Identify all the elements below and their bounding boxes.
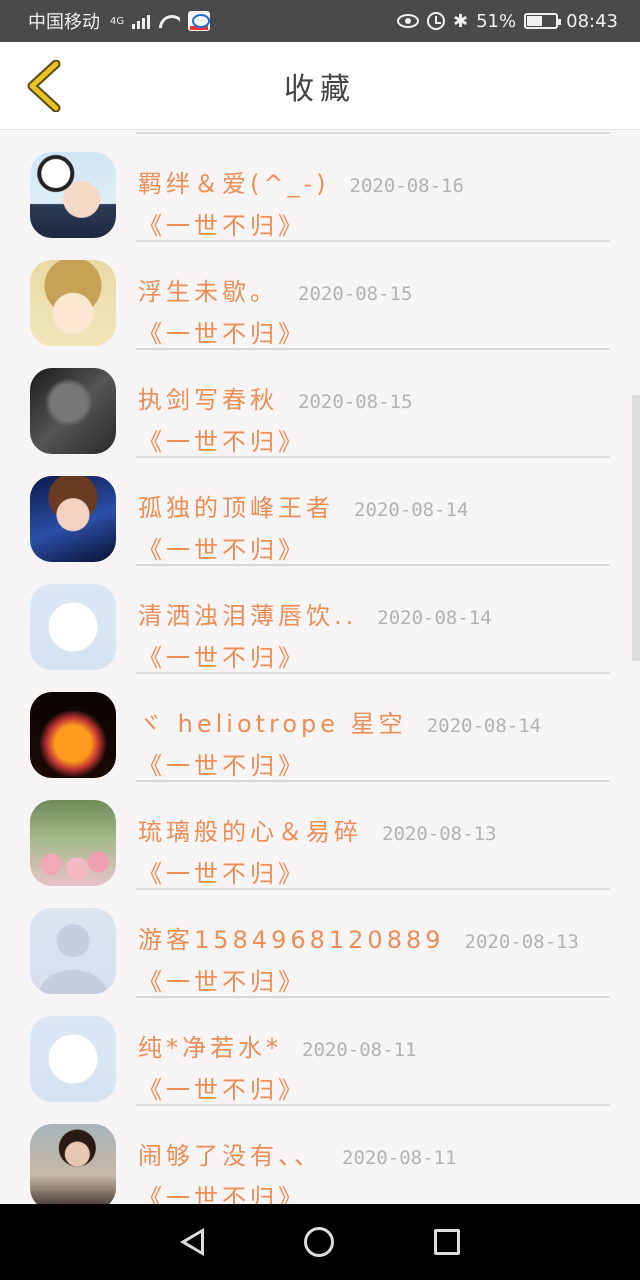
list-item[interactable]: 闹够了没有、、 2020-08-11 《一世不归》 (0, 1106, 640, 1204)
user-name[interactable]: 清洒浊泪薄唇饮.. (138, 596, 357, 631)
avatar-tulips[interactable] (30, 800, 116, 886)
book-title[interactable]: 《一世不归》 (138, 206, 306, 241)
favorite-date: 2020-08-11 (302, 1039, 417, 1061)
user-name[interactable]: 琉璃般的心＆易碎 (138, 812, 362, 847)
name-row: 游客1584968120889 2020-08-13 (138, 920, 579, 955)
status-left: 中国移动 4G (28, 8, 211, 34)
alarm-icon (427, 12, 446, 30)
user-name[interactable]: 游客1584968120889 (138, 920, 445, 955)
name-row: 羁绊＆爱(^_-) 2020-08-16 (138, 164, 464, 199)
avatar-default-qq[interactable] (30, 1016, 116, 1102)
user-name[interactable]: 纯*净若水* (138, 1028, 282, 1063)
favorites-list[interactable]: 羁绊＆爱(^_-) 2020-08-16 《一世不归》 浮生未歇。 2020-08-15… (0, 130, 640, 1204)
user-name[interactable]: 浮生未歇。 (138, 272, 278, 307)
list-item[interactable]: 孤独的顶峰王者 2020-08-14 《一世不归》 (0, 458, 640, 566)
avatar-boy-soccer[interactable] (30, 152, 116, 238)
nav-recent-icon[interactable] (434, 1229, 460, 1255)
favorite-date: 2020-08-15 (298, 283, 413, 305)
battery-percent: 51% (476, 10, 517, 32)
name-row: 琉璃般的心＆易碎 2020-08-13 (138, 812, 496, 847)
name-row: 纯*净若水* 2020-08-11 (138, 1028, 416, 1063)
book-title[interactable]: 《一世不归》 (138, 1070, 306, 1105)
book-title[interactable]: 《一世不归》 (138, 314, 306, 349)
name-row: 浮生未歇。 2020-08-15 (138, 272, 412, 307)
book-title[interactable]: 《一世不归》 (138, 962, 306, 997)
page-title: 收藏 (284, 71, 356, 107)
carrier-name: 中国移动 (28, 12, 100, 33)
avatar-cartoon-bear[interactable] (30, 260, 116, 346)
list-item[interactable]: ヾ heliotrope 星空 2020-08-14 《一世不归》 (0, 674, 640, 782)
eye-comfort-icon (397, 14, 420, 28)
avatar-anime-boy[interactable] (30, 476, 116, 562)
name-row: 孤独的顶峰王者 2020-08-14 (138, 488, 468, 523)
name-row: ヾ heliotrope 星空 2020-08-14 (138, 704, 541, 739)
favorite-date: 2020-08-14 (377, 607, 492, 629)
chevron-left-icon (27, 60, 61, 112)
status-bar: 中国移动 4G ✱ 51% 08:43 (0, 0, 640, 42)
list-item[interactable]: 琉璃般的心＆易碎 2020-08-13 《一世不归》 (0, 782, 640, 890)
wifi-icon (158, 13, 180, 29)
nav-home-icon[interactable] (304, 1227, 334, 1257)
back-button[interactable] (16, 58, 72, 114)
user-name[interactable]: 闹够了没有、、 (138, 1136, 322, 1171)
list-item[interactable]: 羁绊＆爱(^_-) 2020-08-16 《一世不归》 (0, 134, 640, 242)
book-title[interactable]: 《一世不归》 (138, 530, 306, 565)
network-type: 4G (110, 15, 125, 27)
user-name[interactable]: 孤独的顶峰王者 (138, 488, 334, 523)
scrollbar[interactable] (632, 395, 640, 661)
bluetooth-icon: ✱ (453, 10, 469, 32)
favorite-date: 2020-08-15 (298, 391, 413, 413)
list-item[interactable]: 执剑写春秋 2020-08-15 《一世不归》 (0, 350, 640, 458)
favorite-date: 2020-08-11 (342, 1147, 457, 1169)
avatar-girl-photo[interactable] (30, 1124, 116, 1204)
book-title[interactable]: 《一世不归》 (138, 1178, 306, 1204)
nav-back-icon[interactable] (180, 1228, 204, 1256)
favorite-date: 2020-08-13 (382, 823, 497, 845)
user-name[interactable]: 羁绊＆爱(^_-) (138, 164, 330, 199)
book-title[interactable]: 《一世不归》 (138, 854, 306, 889)
book-title[interactable]: 《一世不归》 (138, 638, 306, 673)
list-item[interactable]: 纯*净若水* 2020-08-11 《一世不归》 (0, 998, 640, 1106)
app-notification-icon (188, 11, 211, 31)
favorite-date: 2020-08-14 (354, 499, 469, 521)
list-item[interactable]: 浮生未歇。 2020-08-15 《一世不归》 (0, 242, 640, 350)
clock: 08:43 (566, 10, 618, 32)
book-title[interactable]: 《一世不归》 (138, 746, 306, 781)
favorite-date: 2020-08-16 (349, 175, 464, 197)
name-row: 执剑写春秋 2020-08-15 (138, 380, 412, 415)
list-item[interactable]: 游客1584968120889 2020-08-13 《一世不归》 (0, 890, 640, 998)
battery-icon (524, 13, 562, 29)
system-nav-bar (0, 1204, 640, 1280)
avatar-default-person[interactable] (30, 908, 116, 994)
signal-icon (132, 13, 151, 29)
header-bar: 收藏 (0, 42, 640, 130)
name-row: 闹够了没有、、 2020-08-11 (138, 1136, 456, 1171)
user-name[interactable]: ヾ heliotrope 星空 (138, 704, 407, 739)
favorite-date: 2020-08-13 (464, 931, 579, 953)
list-item[interactable]: 清洒浊泪薄唇饮.. 2020-08-14 《一世不归》 (0, 566, 640, 674)
avatar-dark-portrait[interactable] (30, 368, 116, 454)
status-right: ✱ 51% 08:43 (397, 11, 618, 32)
favorite-date: 2020-08-14 (426, 715, 542, 737)
name-row: 清洒浊泪薄唇饮.. 2020-08-14 (138, 596, 492, 631)
avatar-love-fire[interactable] (30, 692, 116, 778)
avatar-default-qq[interactable] (30, 584, 116, 670)
book-title[interactable]: 《一世不归》 (138, 422, 306, 457)
user-name[interactable]: 执剑写春秋 (138, 380, 278, 415)
